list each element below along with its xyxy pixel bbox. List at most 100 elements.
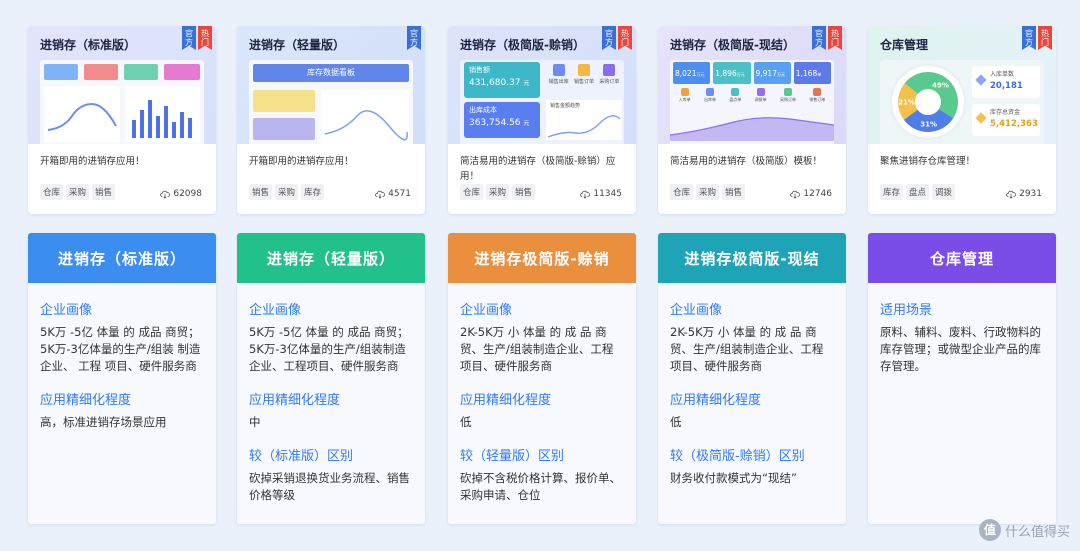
- kpi-value: 363,754.56: [469, 118, 521, 128]
- template-title: 进销存（极简版-赊销）: [460, 38, 585, 52]
- dashboard-banner: 库存数据看板: [253, 64, 409, 82]
- trend-chart: 销售金额趋势: [546, 100, 622, 140]
- quick-entry: 调拨单: [755, 88, 767, 103]
- download-count: 12746: [790, 189, 832, 199]
- section-title: 较（标准版）区别: [249, 449, 354, 464]
- official-badge: 官方: [1022, 26, 1036, 50]
- plan-header: 仓库管理: [868, 233, 1056, 283]
- category-chip[interactable]: 仓库: [40, 184, 64, 200]
- hot-badge: 热门: [1038, 26, 1052, 50]
- dashboard-preview: 销售额 431,680.37 元 出库成本 363,754.56 元 销售出库 …: [460, 60, 624, 144]
- plan-header: 进销存极简版-现结: [658, 233, 846, 283]
- template-thumbnail: 进销存（极简版-赊销） 官方 热门 销售额 431,680.37 元 出库成本 …: [448, 26, 636, 144]
- category-chip[interactable]: 盘点: [906, 184, 930, 200]
- download-count-value: 2931: [1019, 189, 1042, 199]
- template-card-standard[interactable]: 进销存（标准版） 官方 热门 开箱即用的进销存应用！ 仓库 采购 销售 6209…: [28, 26, 216, 214]
- kpi-tile: 9,917万元: [753, 62, 791, 84]
- hot-badge: 热门: [198, 26, 212, 50]
- section-text: 5K万 -5亿 体量 的 成品 商贸；5K万-3亿体量的生产/组装 制造 企业、…: [40, 325, 201, 373]
- template-card-warehouse[interactable]: 仓库管理 官方 热门 49% 31% 21% 入库单数 20,181 库存总资金 5…: [868, 26, 1056, 214]
- area-chart: [669, 117, 835, 141]
- plan-card-warehouse: 仓库管理 适用场景 原料、辅料、废料、行政物料的库存管理；或微型企业产品的库存管…: [868, 233, 1056, 524]
- chart-title: 销售金额趋势: [550, 103, 581, 109]
- section-title: 企业画像: [670, 303, 723, 318]
- template-description: 聚焦进销存仓库管理！: [880, 156, 976, 167]
- template-description: 开箱即用的进销存应用！: [40, 156, 145, 167]
- template-thumbnail: 进销存（极简版-现结） 官方 热门 8,021万元 1,896万元 9,917万…: [658, 26, 846, 144]
- plan-card-cash: 进销存极简版-现结 企业画像 2K-5K万 小 体量 的 成 品 商贸、生产/组…: [658, 233, 846, 524]
- stat-value: 20,181: [990, 81, 1023, 91]
- download-count: 4571: [375, 189, 411, 199]
- category-chip[interactable]: 仓库: [670, 184, 694, 200]
- inventory-icon: [731, 88, 740, 96]
- cart-icon: [552, 64, 565, 76]
- dashboard-preview: 8,021万元 1,896万元 9,917万元 1,168单 入库单 出库单 盘…: [669, 60, 835, 144]
- download-count: 62098: [160, 189, 202, 199]
- official-badge: 官方: [182, 26, 196, 50]
- kpi-value: 431,680.37: [469, 78, 521, 88]
- kpi-unit: 元: [523, 80, 530, 87]
- plan-header: 进销存（轻量版）: [237, 233, 425, 283]
- category-chip[interactable]: 采购: [66, 184, 90, 200]
- stat-inbound-count: 入库单数 20,181: [972, 66, 1040, 98]
- download-count-value: 4571: [388, 189, 411, 199]
- section-text: 砍掉采销退换货业务流程、销售价格等级: [249, 471, 410, 502]
- category-chip[interactable]: 仓库: [460, 184, 484, 200]
- section-text: 2K-5K万 小 体量 的 成 品 商贸、生产/组装制造企业、工程项目、硬件服务…: [670, 325, 824, 373]
- dashboard-preview: 库存数据看板: [249, 60, 413, 144]
- kpi-tile: 1,168单: [793, 62, 831, 84]
- section-text: 低: [460, 415, 472, 429]
- template-description: 简洁易用的进销存（极简版-赊销）应用！: [460, 156, 616, 182]
- section-title: 应用精细化程度: [670, 393, 762, 408]
- official-badge: 官方: [407, 26, 421, 50]
- category-chip[interactable]: 销售: [92, 184, 116, 200]
- category-chip[interactable]: 销售: [722, 184, 746, 200]
- quick-entry: 销售订单: [574, 62, 594, 96]
- template-card-light[interactable]: 进销存（轻量版） 官方 库存数据看板 开箱即用的进销存应用！ 销售 采购 库存 …: [237, 26, 425, 214]
- category-chip[interactable]: 销售: [512, 184, 536, 200]
- quick-entry: 出库单: [704, 88, 716, 103]
- plan-header: 进销存（标准版）: [28, 233, 216, 283]
- download-count-value: 62098: [173, 189, 202, 199]
- category-chip[interactable]: 采购: [486, 184, 510, 200]
- category-chip[interactable]: 库存: [880, 184, 904, 200]
- sales-order-icon: [813, 88, 822, 96]
- template-card-credit[interactable]: 进销存（极简版-赊销） 官方 热门 销售额 431,680.37 元 出库成本 …: [448, 26, 636, 214]
- transfer-icon: [756, 88, 765, 96]
- download-cloud-icon: [790, 190, 801, 199]
- kpi-label: 出库成本: [469, 106, 497, 114]
- download-cloud-icon: [580, 190, 591, 199]
- watermark: 值 什么值得买: [978, 519, 1070, 541]
- download-count: 2931: [1006, 189, 1042, 199]
- pie-slice-label: 31%: [920, 120, 937, 128]
- download-count-value: 12746: [803, 189, 832, 199]
- quick-entry: 采购订单: [780, 88, 796, 103]
- quick-entry: 采购订单: [599, 62, 619, 96]
- section-text: 财务收付款模式为“现结”: [670, 471, 797, 485]
- download-count: 11345: [580, 189, 622, 199]
- category-chip[interactable]: 采购: [696, 184, 720, 200]
- section-text: 5K万 -5亿 体量 的 成品 商贸；5K万-3亿体量的生产/组装制造企业、工程…: [249, 325, 409, 373]
- quick-entry: 入库单: [679, 88, 691, 103]
- category-chip[interactable]: 库存: [301, 184, 325, 200]
- category-chip[interactable]: 采购: [275, 184, 299, 200]
- template-card-cash[interactable]: 进销存（极简版-现结） 官方 热门 8,021万元 1,896万元 9,917万…: [658, 26, 846, 214]
- hot-badge: 热门: [618, 26, 632, 50]
- section-title: 较（轻量版）区别: [460, 449, 565, 464]
- kpi-unit: 元: [523, 120, 530, 127]
- kpi-tile: 1,896万元: [713, 62, 751, 84]
- category-chip[interactable]: 调拨: [932, 184, 956, 200]
- hot-badge: 热门: [828, 26, 842, 50]
- official-badge: 官方: [602, 26, 616, 50]
- plan-card-credit: 进销存极简版-赊销 企业画像 2K-5K万 小 体量 的 成 品 商贸、生产/组…: [448, 233, 636, 524]
- quick-entry: 盘点单: [729, 88, 741, 103]
- section-text: 2K-5K万 小 体量 的 成 品 商贸、生产/组装制造企业、工程项目、硬件服务…: [460, 325, 614, 373]
- download-cloud-icon: [375, 190, 385, 199]
- order-icon: [577, 64, 590, 76]
- stat-inventory-amount: 库存总资金 5,412,363: [972, 104, 1040, 136]
- section-title: 适用场景: [880, 303, 933, 318]
- download-cloud-icon: [160, 190, 171, 199]
- download-count-value: 11345: [593, 189, 622, 199]
- category-chip[interactable]: 销售: [249, 184, 273, 200]
- kpi-tile: 8,021万元: [673, 62, 711, 84]
